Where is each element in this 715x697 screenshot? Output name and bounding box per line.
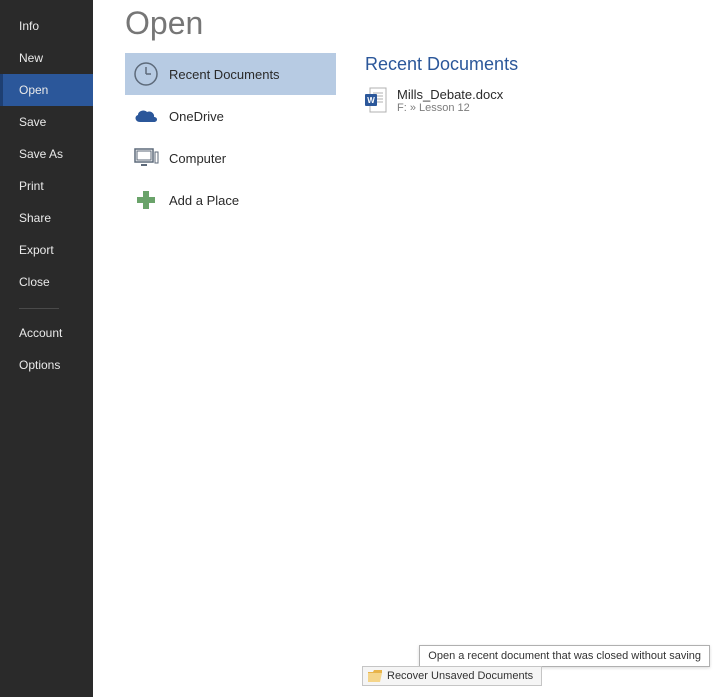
backstage-sidebar: Info New Open Save Save As Print Share E… <box>0 0 93 697</box>
source-label: Recent Documents <box>169 67 336 82</box>
sidebar-label: Info <box>19 19 39 33</box>
doc-path: F: » Lesson 12 <box>397 102 503 114</box>
sidebar-label: New <box>19 51 43 65</box>
doc-text: Mills_Debate.docx F: » Lesson 12 <box>397 87 503 114</box>
source-label: Add a Place <box>169 193 336 208</box>
recent-documents-title: Recent Documents <box>365 54 695 75</box>
source-label: OneDrive <box>169 109 336 124</box>
sidebar-item-options[interactable]: Options <box>0 349 93 381</box>
recent-documents-pane: Recent Documents W Mills_Debate.docx F: … <box>365 54 695 116</box>
sidebar-item-share[interactable]: Share <box>0 202 93 234</box>
cloud-icon <box>131 101 161 131</box>
sidebar-label: Print <box>19 179 44 193</box>
doc-name: Mills_Debate.docx <box>397 87 503 102</box>
sidebar-item-open[interactable]: Open <box>0 74 93 106</box>
source-label: Computer <box>169 151 336 166</box>
sidebar-label: Export <box>19 243 54 257</box>
sidebar-label: Options <box>19 358 60 372</box>
source-add-place[interactable]: Add a Place <box>125 179 336 221</box>
sidebar-label: Share <box>19 211 51 225</box>
clock-icon <box>131 59 161 89</box>
sidebar-divider <box>19 308 59 309</box>
source-onedrive[interactable]: OneDrive <box>125 95 336 137</box>
sidebar-label: Account <box>19 326 62 340</box>
computer-icon <box>131 143 161 173</box>
recover-tooltip: Open a recent document that was closed w… <box>419 645 710 667</box>
sidebar-label: Save <box>19 115 46 129</box>
recover-unsaved-button[interactable]: Recover Unsaved Documents <box>362 666 542 686</box>
recover-label: Recover Unsaved Documents <box>387 670 533 682</box>
sidebar-item-save-as[interactable]: Save As <box>0 138 93 170</box>
sidebar-item-save[interactable]: Save <box>0 106 93 138</box>
open-sources-list: Recent Documents OneDrive Computer <box>125 53 336 221</box>
sidebar-item-info[interactable]: Info <box>0 10 93 42</box>
sidebar-label: Save As <box>19 147 63 161</box>
plus-icon <box>131 185 161 215</box>
recent-document-item[interactable]: W Mills_Debate.docx F: » Lesson 12 <box>365 85 695 116</box>
svg-text:W: W <box>367 96 375 105</box>
sidebar-item-account[interactable]: Account <box>0 317 93 349</box>
source-computer[interactable]: Computer <box>125 137 336 179</box>
sidebar-label: Close <box>19 275 50 289</box>
word-document-icon: W <box>365 87 387 113</box>
sidebar-label: Open <box>19 83 48 97</box>
sidebar-item-new[interactable]: New <box>0 42 93 74</box>
open-pane: Open Recent Documents OneDrive <box>93 0 715 697</box>
sidebar-item-print[interactable]: Print <box>0 170 93 202</box>
page-title: Open <box>125 5 203 42</box>
sidebar-item-close[interactable]: Close <box>0 266 93 298</box>
sidebar-item-export[interactable]: Export <box>0 234 93 266</box>
source-recent-documents[interactable]: Recent Documents <box>125 53 336 95</box>
folder-icon <box>368 670 382 682</box>
